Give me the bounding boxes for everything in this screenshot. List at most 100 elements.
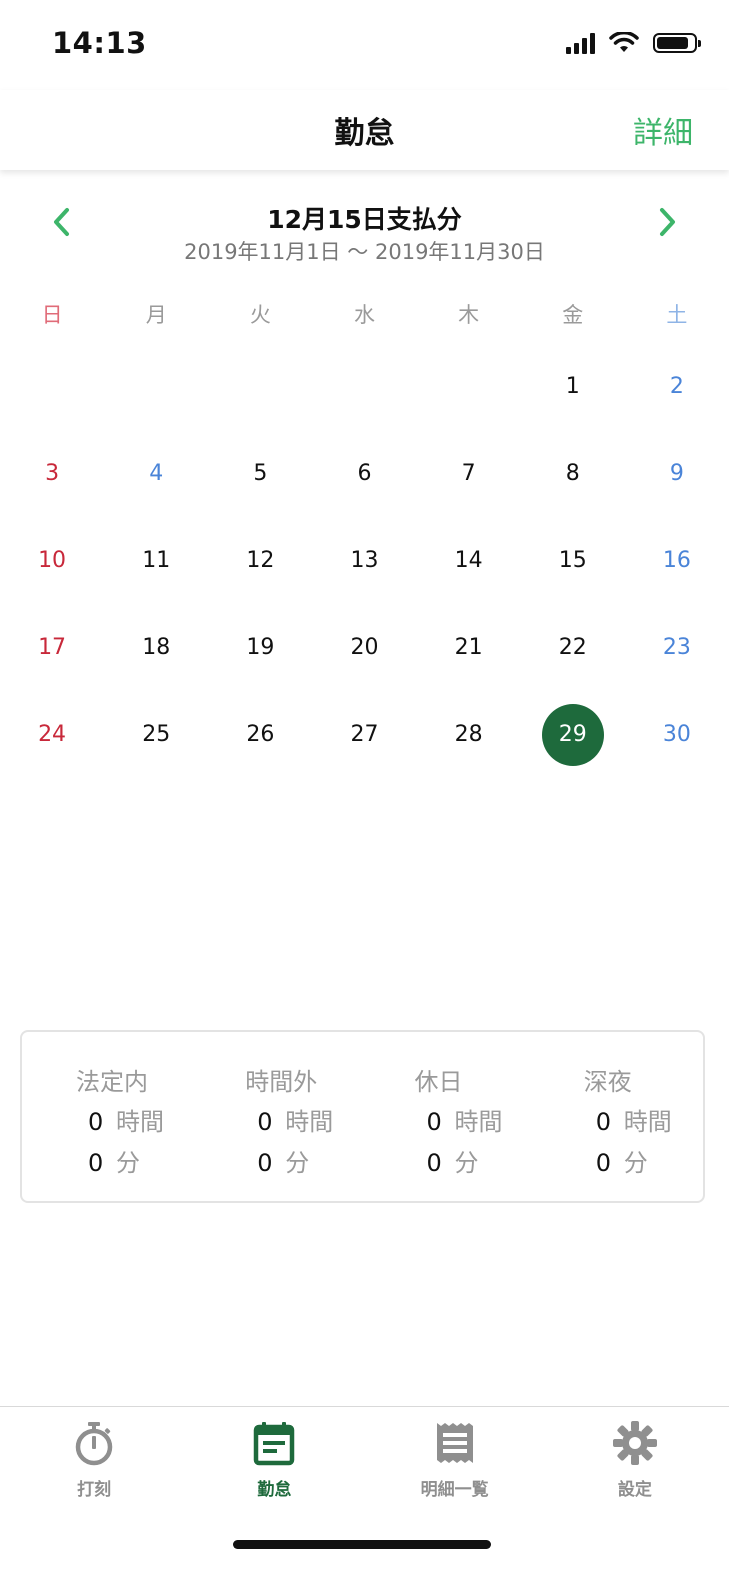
hours-value: 0 (595, 1108, 612, 1136)
hours-unit: 時間 (116, 1108, 164, 1136)
hours-unit: 時間 (454, 1108, 503, 1136)
calendar-day[interactable]: 18 (104, 604, 208, 691)
minutes-value: 0 (595, 1149, 612, 1177)
calendar-day[interactable]: 26 (208, 691, 312, 778)
calendar-day-number: 20 (350, 635, 379, 660)
calendar-day[interactable]: 30 (625, 691, 729, 778)
hours-unit: 時間 (285, 1108, 334, 1136)
calendar-day[interactable]: 19 (208, 604, 312, 691)
tab-settings[interactable]: 設定 (545, 1407, 725, 1500)
calendar-day-number: 18 (142, 635, 171, 660)
summary-holiday: 休日 0 時間 0分 (365, 1032, 534, 1201)
calendar-day[interactable]: 14 (417, 517, 521, 604)
cellular-signal-icon (566, 32, 595, 54)
status-bar: 14:13 (0, 0, 729, 90)
tab-label: 勤怠 (257, 1480, 292, 1500)
calendar-day[interactable]: 28 (417, 691, 521, 778)
calendar-day-number: 29 (541, 703, 604, 766)
calendar-day-number: 5 (253, 461, 268, 486)
receipt-icon (436, 1423, 473, 1463)
minutes-unit: 分 (116, 1149, 140, 1177)
weekday-label: 木 (458, 303, 480, 327)
calendar-grid: 1 2 3 4 5 6 7 8 9 10 11 12 13 14 15 16 17 18 19 20 21 22 23 24 2… (0, 343, 729, 778)
calendar-day[interactable]: 16 (625, 517, 729, 604)
status-icons (566, 32, 701, 54)
tab-statements[interactable]: 明細一覧 (365, 1407, 545, 1500)
tab-attendance[interactable]: 勤怠 (184, 1407, 364, 1500)
calendar-day-number: 8 (565, 461, 580, 486)
calendar-day[interactable]: 3 (0, 430, 104, 517)
battery-level (657, 37, 688, 49)
calendar-day-number: 28 (454, 722, 483, 747)
navigation-bar: 勤怠 詳細 (0, 90, 729, 170)
calendar-day-number: 16 (662, 548, 691, 573)
calendar-day[interactable]: 24 (0, 691, 104, 778)
calendar-day[interactable]: 10 (0, 517, 104, 604)
calendar-day[interactable]: 11 (104, 517, 208, 604)
calendar-day-number: 19 (246, 635, 275, 660)
summary-legal-hours: 法定内 0 時間 0分 (26, 1032, 195, 1201)
calendar-empty-cell (312, 343, 416, 430)
minutes-value: 0 (257, 1149, 273, 1177)
minutes-unit: 分 (285, 1149, 310, 1177)
summary-late-night: 深夜 0 時間 0分 (534, 1032, 703, 1201)
calendar-day[interactable]: 25 (104, 691, 208, 778)
summary-label: 時間外 (245, 1068, 318, 1096)
page-title: 勤怠 (334, 116, 395, 151)
calendar-empty-cell (417, 343, 521, 430)
calendar-day[interactable]: 27 (312, 691, 416, 778)
calendar-day[interactable]: 12 (208, 517, 312, 604)
weekday-label: 火 (249, 303, 271, 327)
summary-label: 深夜 (583, 1068, 632, 1096)
calendar-day-number: 3 (45, 461, 60, 486)
calendar-day[interactable]: 29 (521, 691, 625, 778)
detail-button[interactable]: 詳細 (633, 108, 693, 152)
weekday-label: 土 (666, 303, 688, 327)
calendar-day[interactable]: 20 (312, 604, 416, 691)
minutes-value: 0 (88, 1149, 104, 1177)
calendar-day[interactable]: 9 (625, 430, 729, 517)
tab-bar: 打刻 勤怠 明細一覧 設定 (0, 1406, 729, 1579)
home-indicator (233, 1540, 491, 1549)
weekday-label: 日 (41, 303, 63, 327)
calendar-day[interactable]: 13 (312, 517, 416, 604)
status-time: 14:13 (52, 26, 147, 60)
minutes-unit: 分 (454, 1149, 479, 1177)
calendar-day[interactable]: 4 (104, 430, 208, 517)
calendar-day-number (333, 356, 395, 418)
calendar-day[interactable]: 15 (521, 517, 625, 604)
calendar-day[interactable]: 23 (625, 604, 729, 691)
calendar-day-number: 30 (662, 722, 691, 747)
calendar-day-number: 9 (669, 461, 684, 486)
calendar-day[interactable]: 17 (0, 604, 104, 691)
wifi-icon (609, 32, 639, 52)
tab-label: 明細一覧 (420, 1480, 489, 1500)
calendar-day[interactable]: 6 (312, 430, 416, 517)
period-range: 2019年11月1日 〜 2019年11月30日 (184, 240, 545, 264)
calendar-day[interactable]: 5 (208, 430, 312, 517)
weekday-label: 水 (353, 303, 375, 327)
calendar-day-number: 1 (565, 374, 580, 399)
calendar-day-number: 17 (38, 635, 67, 660)
calendar-day[interactable]: 8 (521, 430, 625, 517)
calendar-day[interactable]: 7 (417, 430, 521, 517)
calendar-day[interactable]: 22 (521, 604, 625, 691)
calendar-day[interactable]: 21 (417, 604, 521, 691)
tab-label: 打刻 (77, 1480, 112, 1500)
hours-value: 0 (88, 1108, 104, 1136)
tab-label: 設定 (617, 1480, 652, 1500)
tab-punch[interactable]: 打刻 (4, 1407, 184, 1500)
calendar-day-number: 11 (142, 548, 171, 573)
calendar-day[interactable]: 1 (521, 343, 625, 430)
calendar-day-number: 27 (350, 722, 379, 747)
next-period-button[interactable] (647, 202, 687, 242)
calendar-empty-cell (208, 343, 312, 430)
calendar-day-number: 4 (149, 461, 164, 486)
summary-overtime: 時間外 0 時間 0分 (195, 1032, 364, 1201)
calendar-icon (254, 1422, 295, 1466)
gear-icon (612, 1421, 657, 1465)
calendar-day-number: 12 (246, 548, 275, 573)
calendar-day-number: 15 (558, 548, 587, 573)
hours-value: 0 (426, 1108, 442, 1136)
calendar-day[interactable]: 2 (625, 343, 729, 430)
